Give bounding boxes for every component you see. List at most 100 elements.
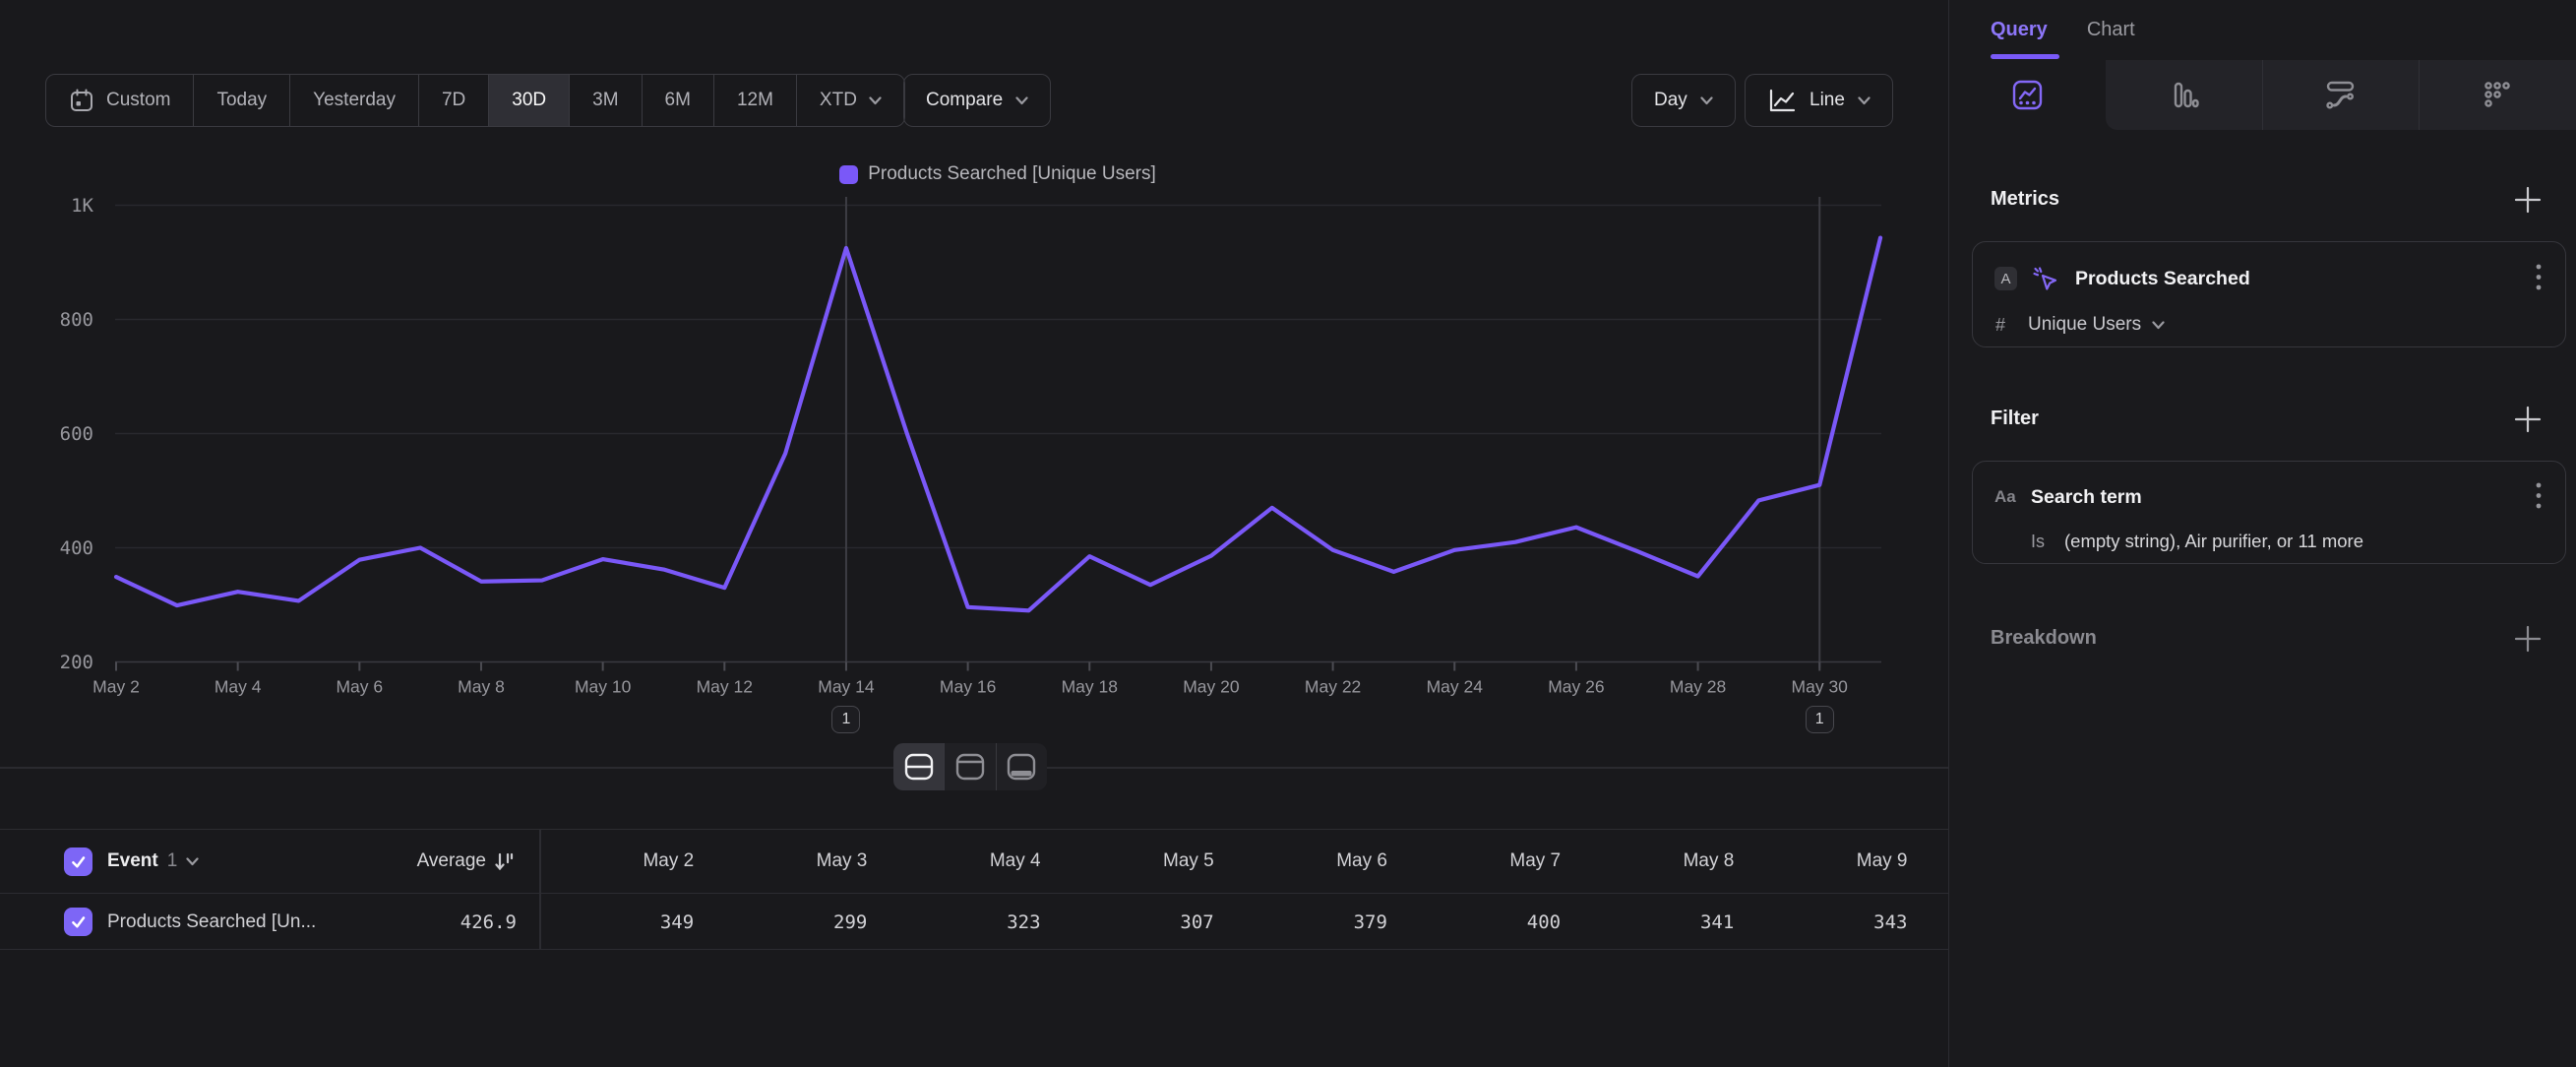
- check-icon: [69, 852, 88, 871]
- check-icon: [69, 912, 88, 931]
- date-column-header: May 8: [1579, 850, 1752, 872]
- metric-card[interactable]: A Products Searched # Unique Users: [1972, 241, 2566, 347]
- viz-tab-retention[interactable]: [2419, 60, 2576, 130]
- svg-text:May 4: May 4: [215, 677, 262, 697]
- plus-icon: [2513, 185, 2543, 215]
- date-column-header: May 4: [886, 850, 1059, 872]
- chart-type-button[interactable]: Line: [1745, 74, 1893, 127]
- annotation-badge[interactable]: 1: [1806, 706, 1834, 733]
- filter-heading: Filter: [1991, 408, 2039, 430]
- table-value: 349: [539, 911, 712, 933]
- svg-text:May 26: May 26: [1548, 677, 1604, 697]
- svg-text:May 2: May 2: [92, 677, 140, 697]
- granularity-label: Day: [1654, 90, 1687, 111]
- line-chart[interactable]: 1K800600400200May 2May 4May 6May 8May 10…: [0, 138, 1948, 748]
- svg-text:May 14: May 14: [818, 677, 875, 697]
- table-row[interactable]: Products Searched [Un... 426.9 349 299 3…: [0, 896, 1948, 950]
- range-6m-button[interactable]: 6M: [642, 75, 713, 126]
- date-column-header: May 5: [1060, 850, 1233, 872]
- layout-switcher: [893, 743, 1047, 790]
- add-filter-button[interactable]: [2513, 405, 2543, 434]
- svg-text:May 10: May 10: [575, 677, 632, 697]
- range-30d-button[interactable]: 30D: [488, 75, 569, 126]
- metric-letter-badge: A: [1994, 267, 2017, 290]
- calendar-icon: [69, 88, 94, 113]
- aggregation-label: Unique Users: [2028, 314, 2141, 336]
- svg-text:400: 400: [60, 537, 93, 559]
- plus-icon: [2513, 624, 2543, 654]
- range-label: Yesterday: [313, 90, 396, 111]
- filter-value: (empty string), Air purifier, or 11 more: [2064, 531, 2363, 552]
- filter-condition-row[interactable]: Is (empty string), Air purifier, or 11 m…: [1973, 523, 2565, 560]
- plus-icon: [2513, 405, 2543, 434]
- range-yesterday-button[interactable]: Yesterday: [289, 75, 418, 126]
- table-only-icon: [1007, 753, 1036, 781]
- svg-text:600: 600: [60, 423, 93, 445]
- compare-button[interactable]: Compare: [903, 74, 1051, 127]
- range-label: 30D: [512, 90, 546, 111]
- compare-label: Compare: [926, 90, 1003, 111]
- range-3m-button[interactable]: 3M: [569, 75, 641, 126]
- date-range-group: Custom Today Yesterday 7D 30D 3M 6M 12M …: [45, 74, 905, 127]
- layout-table-only-button[interactable]: [996, 743, 1047, 790]
- tab-query[interactable]: Query: [1991, 19, 2048, 41]
- event-select-all-checkbox[interactable]: [64, 847, 92, 876]
- granularity-button[interactable]: Day: [1631, 74, 1736, 127]
- viz-tab-insights[interactable]: [1949, 60, 2106, 130]
- chevron-down-icon: [1015, 96, 1028, 105]
- average-sort-header[interactable]: Average: [417, 850, 514, 872]
- chevron-down-icon[interactable]: [186, 857, 199, 866]
- svg-text:May 22: May 22: [1305, 677, 1361, 697]
- panel-tab-bar: Query Chart: [1949, 0, 2576, 60]
- layout-split-view-button[interactable]: [893, 743, 944, 790]
- range-custom-button[interactable]: Custom: [46, 75, 193, 126]
- main-area: Custom Today Yesterday 7D 30D 3M 6M 12M …: [0, 0, 1948, 1067]
- date-column-header: May 2: [539, 850, 712, 872]
- tab-chart[interactable]: Chart: [2087, 19, 2135, 41]
- svg-text:May 8: May 8: [458, 677, 505, 697]
- table-value: 341: [1579, 911, 1752, 933]
- date-column-header: May 3: [712, 850, 886, 872]
- range-label: 6M: [665, 90, 691, 111]
- add-breakdown-button[interactable]: [2513, 624, 2543, 654]
- svg-text:May 6: May 6: [336, 677, 383, 697]
- average-header-label: Average: [417, 850, 486, 872]
- viz-tab-bar-chart[interactable]: [2106, 60, 2262, 130]
- insights-line-icon: [2012, 80, 2043, 110]
- chart-type-label: Line: [1809, 90, 1845, 111]
- series-label: Products Searched [Un...: [107, 911, 316, 933]
- table-column-divider: [539, 829, 541, 950]
- range-label: Custom: [106, 90, 170, 111]
- bar-chart-icon: [2169, 80, 2199, 110]
- range-label: 3M: [592, 90, 618, 111]
- annotation-badge[interactable]: 1: [831, 706, 860, 733]
- metric-card-header: A Products Searched: [1973, 242, 2565, 305]
- chevron-down-icon: [1700, 96, 1713, 105]
- line-chart-icon: [1767, 88, 1797, 114]
- range-label: Today: [216, 90, 267, 111]
- event-count: 1: [167, 850, 178, 872]
- metric-options-kebab-icon[interactable]: [2534, 264, 2544, 293]
- series-checkbox[interactable]: [64, 908, 92, 936]
- range-today-button[interactable]: Today: [193, 75, 289, 126]
- layout-chart-only-button[interactable]: [944, 743, 995, 790]
- svg-text:May 18: May 18: [1062, 677, 1118, 697]
- range-12m-button[interactable]: 12M: [713, 75, 796, 126]
- breakdown-heading: Breakdown: [1991, 627, 2097, 650]
- filter-options-kebab-icon[interactable]: [2534, 482, 2544, 512]
- date-column-header: May 6: [1233, 850, 1406, 872]
- flows-icon: [2324, 79, 2357, 111]
- add-metric-button[interactable]: [2513, 185, 2543, 215]
- metric-aggregation-row[interactable]: # Unique Users: [1973, 305, 2565, 345]
- range-xtd-button[interactable]: XTD: [796, 75, 904, 126]
- svg-text:May 20: May 20: [1183, 677, 1240, 697]
- table-header-row: Event 1 Average May 2 May 3 May 4 May 5 …: [0, 829, 1948, 894]
- metric-title: Products Searched: [2075, 268, 2250, 290]
- average-value: 426.9: [460, 911, 517, 933]
- split-view-icon: [904, 753, 934, 781]
- filter-card[interactable]: Aa Search term Is (empty string), Air pu…: [1972, 461, 2566, 564]
- annotation-count: 1: [842, 711, 851, 728]
- query-builder-panel: Query Chart Metrics A Products Searched: [1948, 0, 2576, 1067]
- range-7d-button[interactable]: 7D: [418, 75, 488, 126]
- viz-tab-flows[interactable]: [2262, 60, 2420, 130]
